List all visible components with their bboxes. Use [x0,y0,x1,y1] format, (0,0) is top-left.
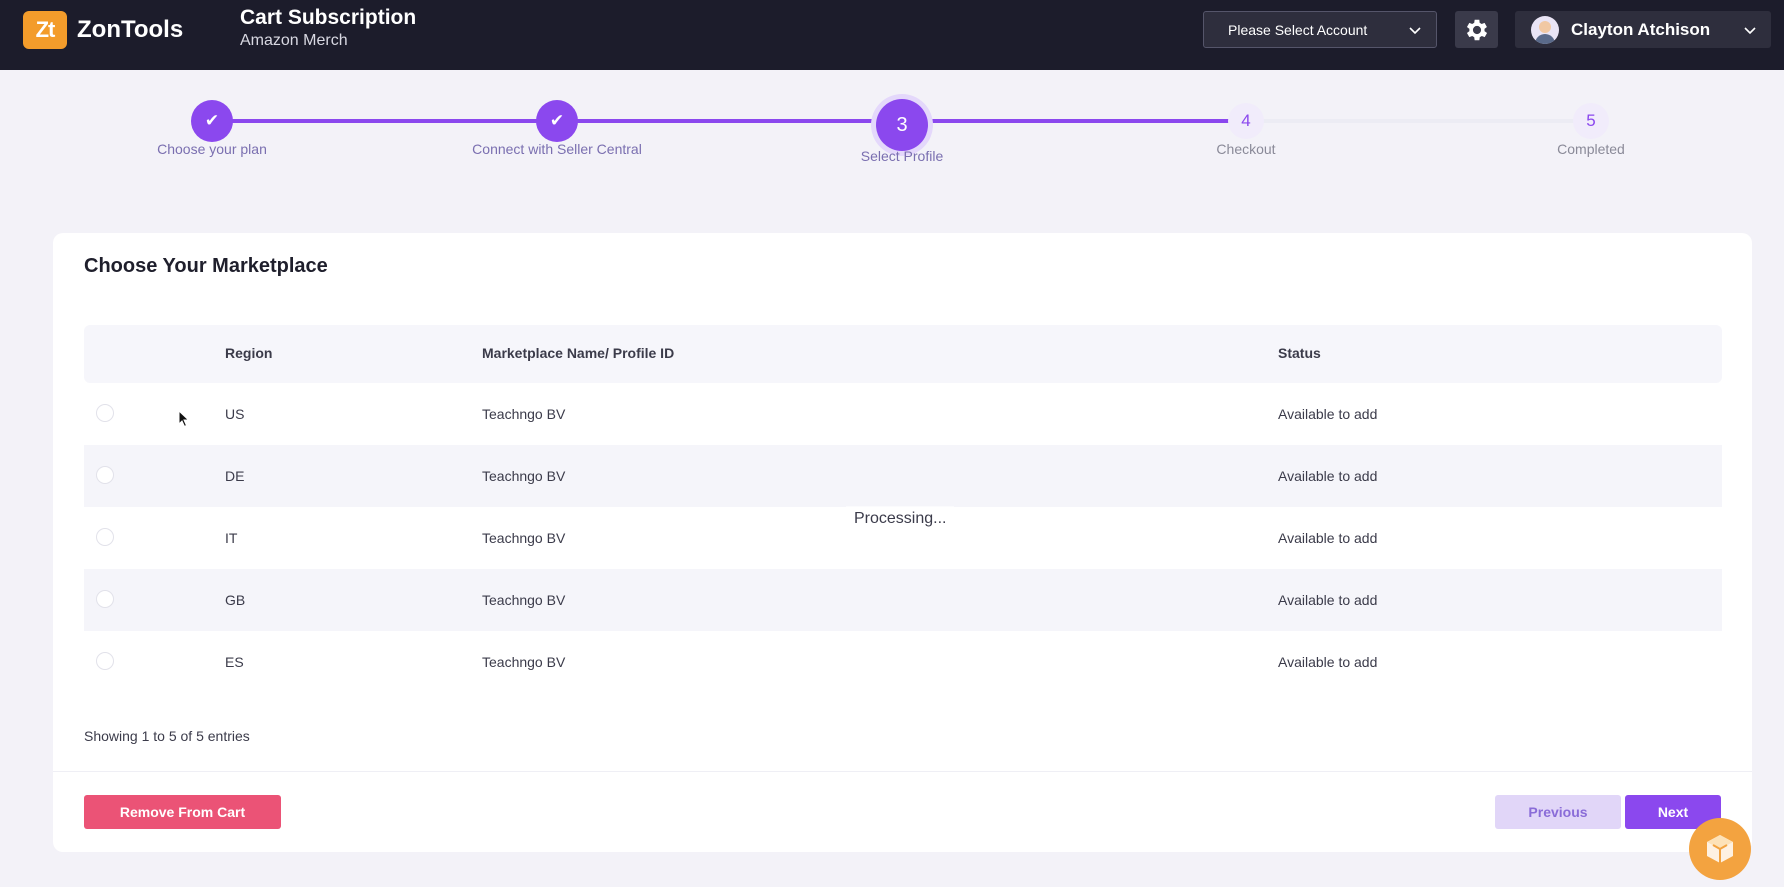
previous-button[interactable]: Previous [1495,795,1621,829]
table-row[interactable]: GB Teachngo BV Available to add [84,569,1722,631]
cell-region: US [225,406,245,422]
chevron-down-icon [1409,27,1421,35]
entries-info: Showing 1 to 5 of 5 entries [84,728,250,744]
cell-status: Available to add [1278,406,1378,422]
cell-marketplace: Teachngo BV [482,406,566,422]
user-menu[interactable]: Clayton Atchison [1515,11,1771,48]
step-4-label: Checkout [1216,141,1276,157]
page-title: Cart Subscription [240,6,417,29]
step-5-label: Completed [1557,141,1625,157]
column-header-marketplace: Marketplace Name/ Profile ID [482,345,675,361]
marketplace-card: Choose Your Marketplace Region Marketpla… [53,233,1752,852]
cube-logo-icon [1707,835,1733,863]
cell-status: Available to add [1278,654,1378,670]
row-radio[interactable] [96,590,114,608]
cell-region: IT [225,530,238,546]
cell-region: GB [225,592,246,608]
top-bar: Zt ZonTools Cart Subscription Amazon Mer… [0,0,1784,70]
cell-region: DE [225,468,245,484]
row-radio[interactable] [96,652,114,670]
row-radio[interactable] [96,466,114,484]
step-3-circle: 3 [876,99,928,151]
mouse-cursor-icon [178,410,190,428]
remove-from-cart-button[interactable]: Remove From Cart [84,795,281,829]
cell-marketplace: Teachngo BV [482,654,566,670]
cell-status: Available to add [1278,530,1378,546]
row-radio[interactable] [96,528,114,546]
divider [53,771,1752,772]
step-2-label: Connect with Seller Central [472,141,642,157]
logo-mark: Zt [23,11,67,49]
user-name: Clayton Atchison [1571,19,1711,39]
table-row[interactable]: ES Teachngo BV Available to add [84,631,1722,693]
account-select[interactable]: Please Select Account [1203,11,1437,48]
column-header-status: Status [1278,345,1321,361]
processing-indicator: Processing... [846,506,955,532]
cell-marketplace: Teachngo BV [482,530,566,546]
progress-stepper: ✔ ✔ 3 4 5 Choose your plan Connect with … [0,70,1784,190]
cell-marketplace: Teachngo BV [482,468,566,484]
account-select-label: Please Select Account [1228,21,1368,38]
logo-text: ZonTools [77,16,184,43]
step-2-check-icon: ✔ [536,100,578,142]
card-title: Choose Your Marketplace [84,255,328,277]
cell-status: Available to add [1278,468,1378,484]
cell-marketplace: Teachngo BV [482,592,566,608]
step-1-label: Choose your plan [157,141,267,157]
stepper-line-pending [1246,119,1591,123]
page-titles: Cart Subscription Amazon Merch [240,6,416,50]
step-5-circle: 5 [1573,103,1609,139]
step-1-check-icon: ✔ [191,100,233,142]
cell-region: ES [225,654,244,670]
chevron-down-icon [1744,27,1756,35]
cell-status: Available to add [1278,592,1378,608]
help-chat-button[interactable] [1689,818,1751,880]
row-radio[interactable] [96,404,114,422]
table-row[interactable]: US Teachngo BV Available to add [84,383,1722,445]
stepper-line-done [212,119,1246,123]
avatar [1531,15,1559,44]
step-3-label: Select Profile [860,148,944,164]
page-subtitle: Amazon Merch [240,32,348,49]
table-header: Region Marketplace Name/ Profile ID Stat… [84,325,1722,383]
step-4-circle: 4 [1228,103,1264,139]
table-row[interactable]: DE Teachngo BV Available to add [84,445,1722,507]
gear-icon [1466,19,1487,40]
logo[interactable]: Zt ZonTools [23,11,183,49]
settings-button[interactable] [1455,11,1498,48]
column-header-region: Region [225,345,273,361]
